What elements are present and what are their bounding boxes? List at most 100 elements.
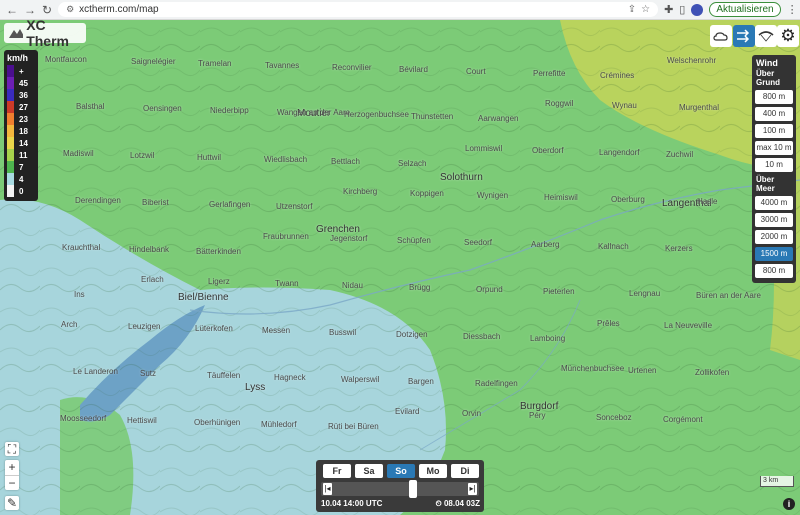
back-icon[interactable]: ← bbox=[6, 3, 18, 17]
town-label: Krauchthal bbox=[62, 243, 101, 252]
town-label: Oensingen bbox=[143, 104, 182, 113]
legend-swatch bbox=[7, 65, 14, 77]
app-logo[interactable]: XC Therm bbox=[4, 20, 86, 49]
profile-avatar[interactable] bbox=[691, 3, 704, 16]
legend-swatch bbox=[7, 113, 14, 125]
cloud-sun-icon bbox=[713, 32, 728, 41]
legend-swatch bbox=[7, 185, 14, 197]
town-label: Ins bbox=[74, 290, 85, 299]
update-button[interactable]: Aktualisieren bbox=[709, 2, 781, 17]
town-label: Utzenstorf bbox=[276, 202, 313, 211]
town-label: Tramelan bbox=[198, 59, 232, 68]
legend-row: 18 bbox=[7, 125, 35, 137]
map-scale: 3 km bbox=[760, 476, 794, 487]
altitude-button[interactable]: 800 m bbox=[755, 90, 793, 104]
town-label: Münchenbuchsee bbox=[561, 364, 625, 373]
map-canvas[interactable]: Moutier Grenchen Solothurn Langenthal Biel/B… bbox=[0, 20, 800, 515]
day-button[interactable]: So bbox=[387, 464, 415, 478]
altitude-button[interactable]: 10 m bbox=[755, 158, 793, 172]
day-button[interactable]: Mo bbox=[419, 464, 447, 478]
zoom-in-button[interactable]: + bbox=[5, 460, 19, 475]
town-label: Evilard bbox=[395, 407, 420, 416]
fullscreen-button[interactable]: ⛶ bbox=[5, 442, 19, 456]
town-label: Nidau bbox=[342, 281, 363, 290]
town-label: Büren an der Aare bbox=[696, 291, 761, 300]
altitude-button[interactable]: max 10 m bbox=[755, 141, 793, 155]
town-label: Kerzers bbox=[665, 244, 693, 253]
town-label: Hettiswil bbox=[127, 416, 157, 425]
altitude-button[interactable]: 4000 m bbox=[755, 196, 793, 210]
address-bar[interactable]: ⚙ xctherm.com/map ⇪ ☆ bbox=[58, 2, 659, 17]
legend-swatch bbox=[7, 161, 14, 173]
town-label: Niederbipp bbox=[210, 106, 249, 115]
info-icon[interactable]: i bbox=[783, 498, 795, 510]
day-button[interactable]: Di bbox=[451, 464, 479, 478]
sidebar-icon[interactable]: ▯ bbox=[679, 3, 685, 16]
thermal-layer-button[interactable] bbox=[710, 25, 732, 47]
town-label: Brügg bbox=[409, 283, 431, 292]
town-label: La Neuveville bbox=[664, 321, 713, 330]
above-sea-levels: 4000 m 3000 m 2000 m 1500 m 800 m bbox=[754, 196, 794, 278]
town-label: Moosseedorf bbox=[60, 414, 107, 423]
wind-panel-title: Wind bbox=[756, 58, 778, 68]
time-slider[interactable]: |◂ ▸| bbox=[321, 480, 479, 498]
extensions-icon[interactable]: ✚ bbox=[664, 3, 673, 16]
forecast-run-text: 08.04 03Z bbox=[443, 499, 480, 508]
town-label: Twann bbox=[275, 279, 299, 288]
legend-value: 27 bbox=[19, 102, 28, 112]
town-label: Langendorf bbox=[599, 148, 640, 157]
reload-icon[interactable]: ↻ bbox=[42, 3, 52, 17]
mountain-logo-icon bbox=[9, 29, 24, 38]
altitude-button[interactable]: 800 m bbox=[755, 264, 793, 278]
slider-start-button[interactable]: |◂ bbox=[323, 483, 332, 495]
route-layer-button[interactable] bbox=[755, 25, 777, 47]
share-icon[interactable]: ⇪ bbox=[628, 4, 636, 15]
slider-end-button[interactable]: ▸| bbox=[468, 483, 477, 495]
slider-thumb[interactable] bbox=[409, 480, 418, 498]
altitude-button[interactable]: 2000 m bbox=[755, 230, 793, 244]
legend-scale: +45 36 27 23 18 14 11 7 4 0 bbox=[7, 65, 35, 197]
town-label: Reconvilier bbox=[332, 63, 372, 72]
browser-toolbar: ← → ↻ ⚙ xctherm.com/map ⇪ ☆ ✚ ▯ Aktualis… bbox=[0, 0, 800, 20]
edit-button[interactable]: ✎ bbox=[5, 496, 19, 510]
legend-swatch bbox=[7, 125, 14, 137]
forward-icon[interactable]: → bbox=[24, 3, 36, 17]
legend-unit: km/h bbox=[7, 53, 29, 63]
bookmark-star-icon[interactable]: ☆ bbox=[641, 4, 650, 15]
day-button[interactable]: Fr bbox=[323, 464, 351, 478]
legend-swatch bbox=[7, 77, 14, 89]
altitude-button[interactable]: 1500 m bbox=[755, 247, 793, 261]
town-label: Selzach bbox=[398, 159, 427, 168]
settings-button[interactable]: ⚙ bbox=[777, 25, 799, 47]
wind-layer-button[interactable] bbox=[733, 25, 755, 47]
forecast-run: ⏲ 08.04 03Z bbox=[435, 499, 480, 509]
town-label: Madiswil bbox=[63, 149, 94, 158]
legend-row: 27 bbox=[7, 101, 35, 113]
town-label: Arch bbox=[61, 320, 78, 329]
legend-value: 23 bbox=[19, 114, 28, 124]
town-label: Bettlach bbox=[331, 157, 360, 166]
town-label: Kallnach bbox=[598, 242, 629, 251]
town-label: Urtenen bbox=[628, 366, 657, 375]
altitude-button[interactable]: 100 m bbox=[755, 124, 793, 138]
altitude-button[interactable]: 3000 m bbox=[755, 213, 793, 227]
town-label: Jegenstorf bbox=[330, 234, 368, 243]
legend-value: 7 bbox=[19, 162, 24, 172]
town-label: Busswil bbox=[329, 328, 357, 337]
town-label: Roggwil bbox=[545, 99, 574, 108]
legend-value: 45 bbox=[19, 78, 28, 88]
day-button[interactable]: Sa bbox=[355, 464, 383, 478]
wind-altitude-panel: Wind Über Grund 800 m 400 m 100 m max 10 m 1… bbox=[752, 55, 796, 283]
town-label: Corgémont bbox=[663, 415, 703, 424]
town-label: Derendingen bbox=[75, 196, 121, 205]
zoom-out-button[interactable]: − bbox=[5, 475, 19, 490]
menu-icon[interactable]: ⋮ bbox=[787, 3, 798, 16]
legend-row: 4 bbox=[7, 173, 35, 185]
town-label: Erlach bbox=[141, 275, 164, 284]
altitude-button[interactable]: 400 m bbox=[755, 107, 793, 121]
town-label: Orvin bbox=[462, 409, 482, 418]
town-label: Wangen an der Aare bbox=[277, 108, 351, 117]
town-label: Bätterkinden bbox=[196, 247, 241, 256]
city-label: Lyss bbox=[245, 382, 266, 393]
site-info-icon[interactable]: ⚙ bbox=[66, 4, 74, 15]
